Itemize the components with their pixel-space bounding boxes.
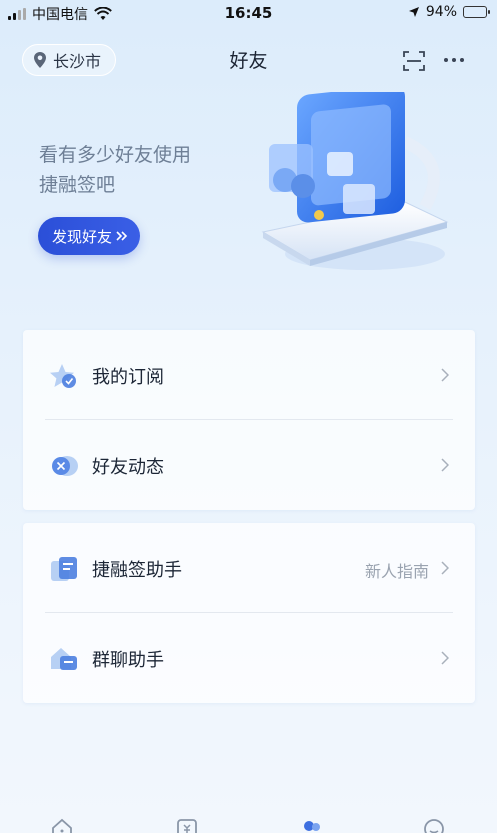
star-icon [50, 364, 76, 388]
scan-icon[interactable] [403, 50, 425, 72]
friends-activity-icon [52, 456, 78, 476]
chevron-right-icon [441, 368, 449, 382]
list-item-label: 群聊助手 [92, 650, 164, 671]
list-card-assistants: 捷融签助手 新人指南 群聊助手 [23, 523, 475, 703]
header: 长沙市 好友 [0, 38, 497, 82]
chevron-right-icon [441, 651, 449, 665]
chevron-right-icon [441, 561, 449, 575]
hero-text: 看有多少好友使用捷融签吧 [39, 144, 192, 196]
group-chat-icon [51, 648, 77, 670]
list-item-label: 捷融签助手 [92, 560, 182, 581]
home-icon[interactable] [50, 818, 74, 833]
status-bar: 中国电信 16:45 94% [0, 0, 497, 28]
list-card-subscriptions: 我的订阅 好友动态 [23, 330, 475, 510]
status-right: 94% [408, 4, 490, 20]
profile-icon[interactable] [422, 818, 446, 833]
hero-illustration [261, 92, 449, 270]
assistant-icon [51, 557, 77, 581]
discover-friends-label: 发现好友 [52, 227, 113, 246]
more-icon[interactable] [444, 58, 464, 62]
list-item-jierongqian-assistant[interactable]: 捷融签助手 新人指南 [23, 523, 475, 613]
list-item-my-subscriptions[interactable]: 我的订阅 [23, 330, 475, 420]
list-item-friends-activity[interactable]: 好友动态 [23, 420, 475, 510]
double-chevron-right-icon [116, 231, 128, 241]
friends-icon[interactable] [300, 818, 324, 833]
discover-friends-button[interactable]: 发现好友 [38, 217, 141, 255]
list-item-label: 我的订阅 [92, 367, 164, 388]
battery-percent: 94% [425, 4, 457, 20]
list-item-label: 好友动态 [92, 457, 164, 478]
new-user-guide-hint: 新人指南 [364, 562, 429, 581]
chevron-right-icon [441, 458, 449, 472]
bottom-tab-bar [0, 806, 497, 833]
list-item-group-chat-assistant[interactable]: 群聊助手 [23, 613, 475, 703]
battery-icon [463, 6, 490, 18]
location-arrow-icon [408, 7, 419, 17]
finance-icon[interactable] [175, 818, 199, 833]
